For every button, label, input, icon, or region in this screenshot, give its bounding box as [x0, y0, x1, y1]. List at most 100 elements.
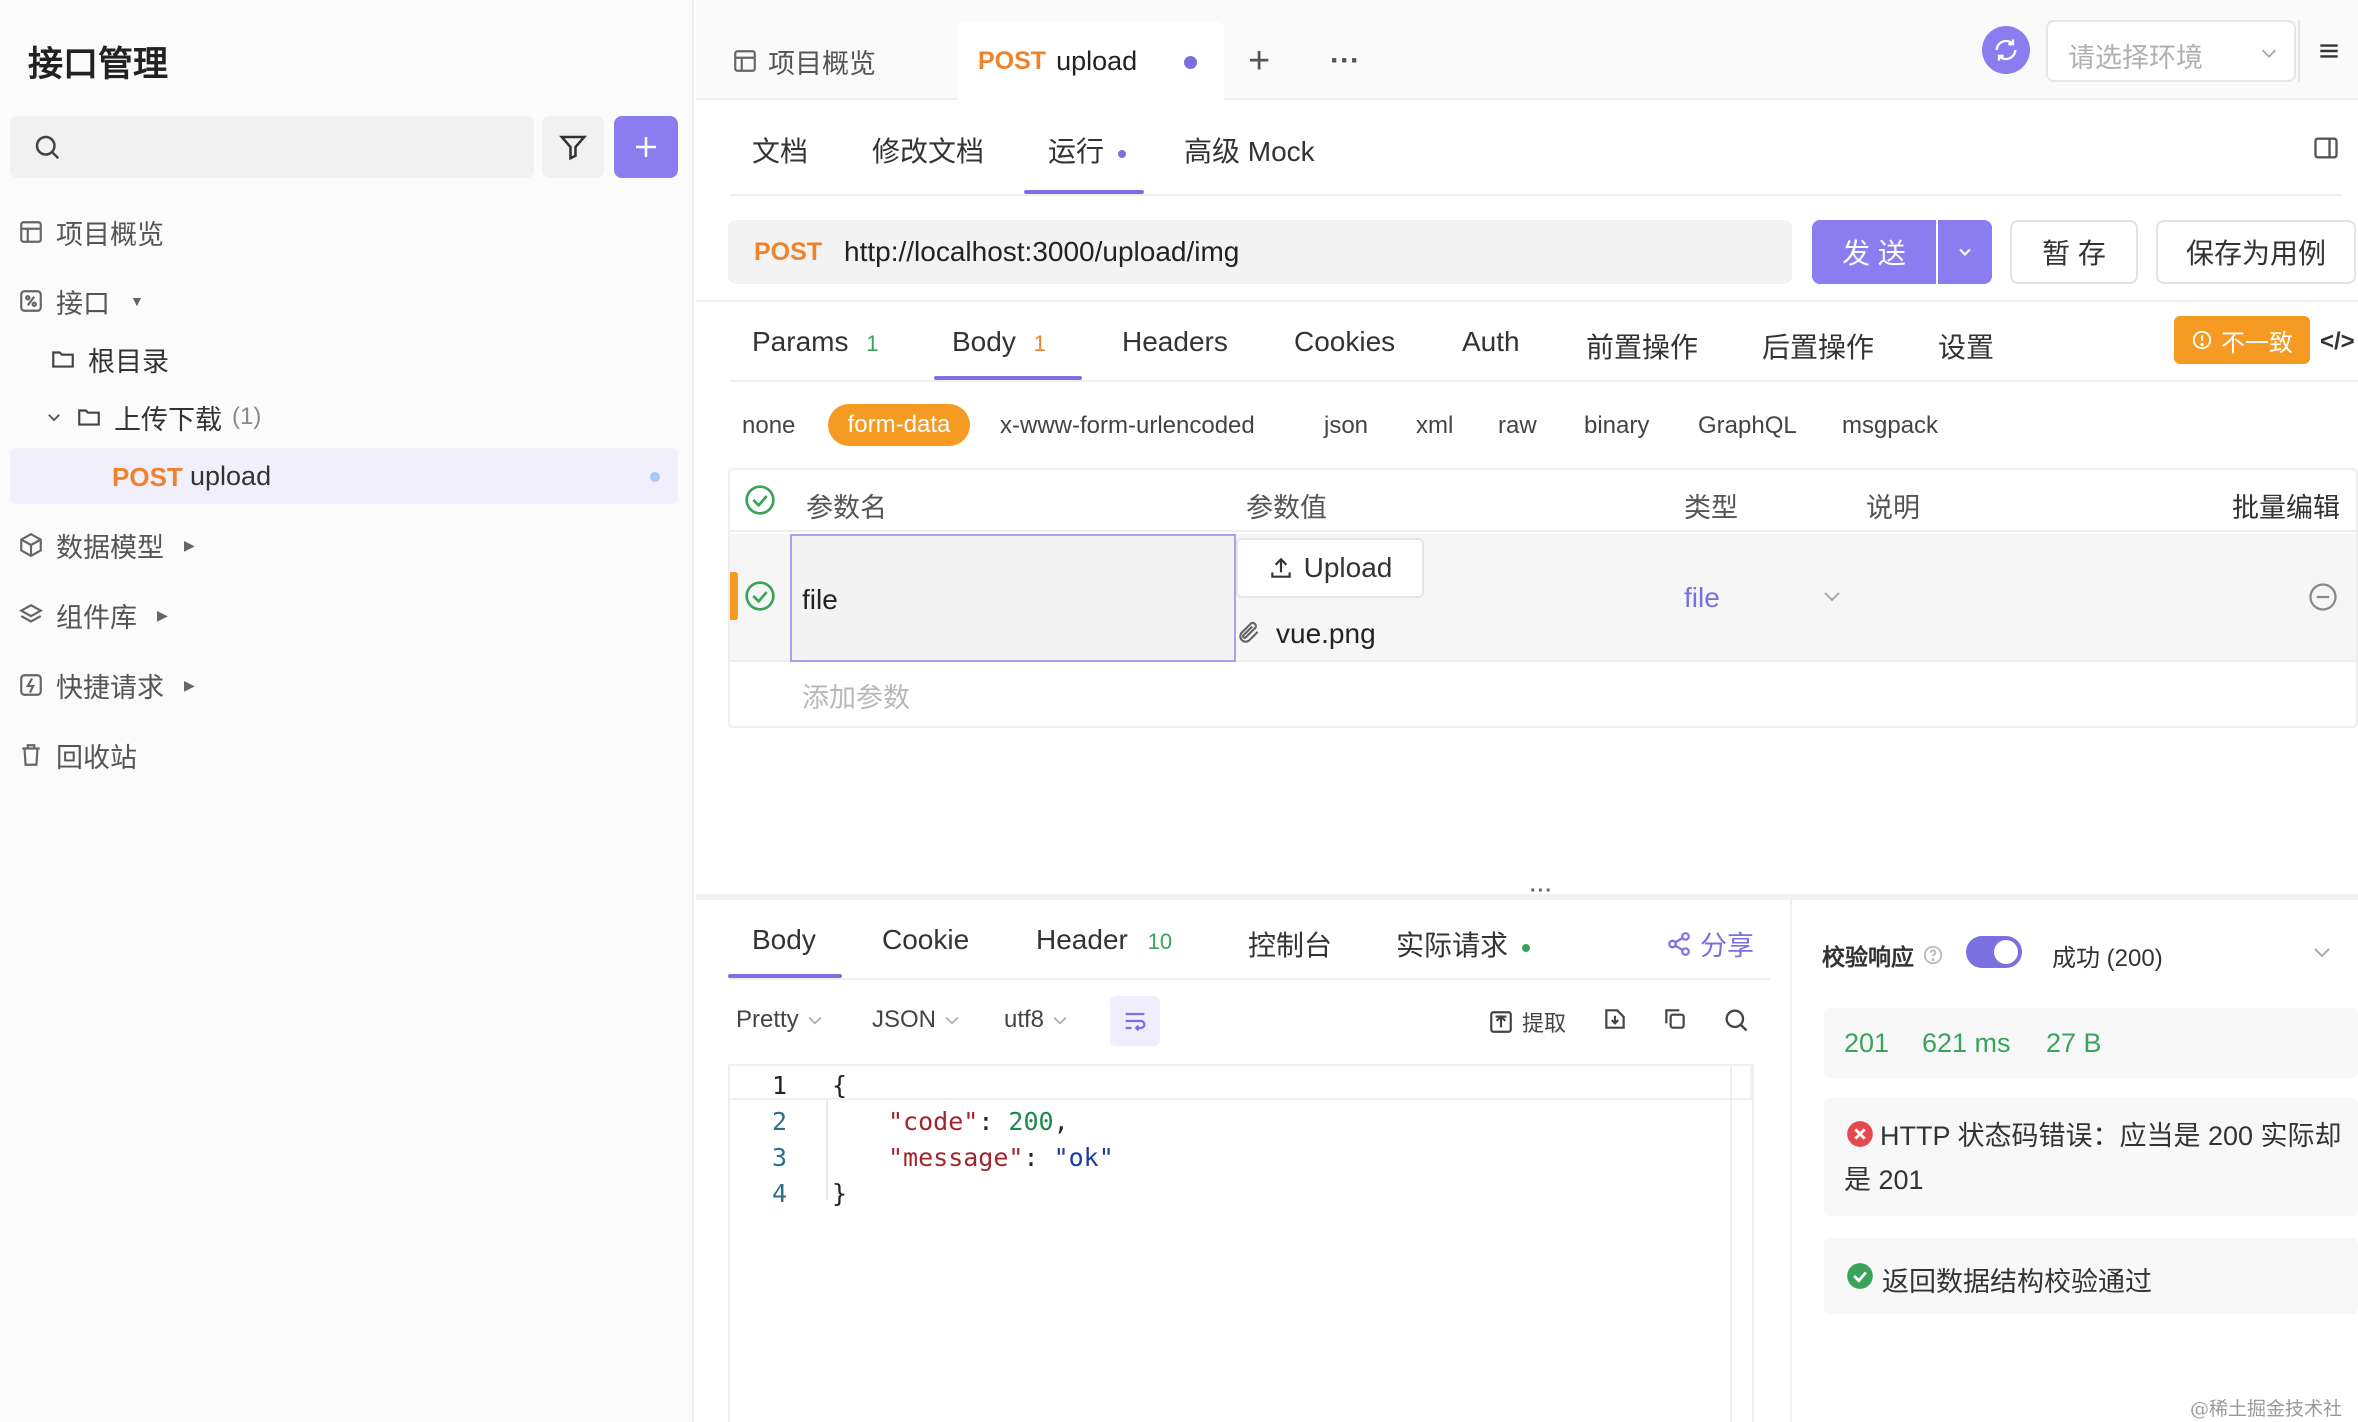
- tab-body[interactable]: Body 1: [952, 326, 1046, 358]
- language-select[interactable]: JSON: [872, 1006, 962, 1034]
- filter-button[interactable]: [542, 116, 604, 178]
- upload-button[interactable]: Upload: [1236, 538, 1424, 598]
- tab-label: Body: [952, 326, 1016, 357]
- format-label: Pretty: [736, 1006, 799, 1033]
- check-all-icon[interactable]: [744, 484, 776, 516]
- file-name[interactable]: vue.png: [1276, 618, 1376, 650]
- validate-toggle[interactable]: [1966, 936, 2022, 968]
- search-icon: [32, 132, 62, 162]
- send-options-button[interactable]: [1938, 220, 1992, 284]
- tab-overview[interactable]: 项目概览: [732, 22, 876, 100]
- tab-params[interactable]: Params 1: [752, 326, 879, 358]
- panel-resize-handle[interactable]: [696, 894, 2358, 900]
- wrap-toggle-button[interactable]: [1110, 996, 1160, 1046]
- more-tabs-button[interactable]: ···: [1330, 22, 1360, 100]
- response-tab-header[interactable]: Header 10: [1036, 924, 1172, 956]
- environment-select[interactable]: 请选择环境: [2046, 20, 2296, 82]
- caret-right-icon: ▶: [157, 606, 168, 623]
- url-input[interactable]: http://localhost:3000/upload/img: [844, 236, 1239, 268]
- response-tab-body[interactable]: Body: [752, 924, 816, 956]
- folder-icon: [48, 344, 78, 374]
- sidebar-item-quick-request[interactable]: 快捷请求 ▶: [16, 660, 195, 710]
- code-line: {: [832, 1071, 848, 1100]
- layers-icon: [16, 600, 46, 630]
- body-type-raw[interactable]: raw: [1498, 412, 1537, 440]
- editor-scrollbar-track[interactable]: [1730, 1066, 1732, 1422]
- tab-docs[interactable]: 文档: [752, 130, 808, 170]
- add-param-input[interactable]: 添加参数: [802, 676, 910, 715]
- body-type-urlencoded[interactable]: x-www-form-urlencoded: [1000, 412, 1255, 440]
- bulk-edit-button[interactable]: 批量编辑: [2232, 486, 2340, 525]
- save-as-case-button[interactable]: 保存为用例: [2156, 220, 2356, 284]
- tab-upload[interactable]: POST upload: [958, 22, 1224, 100]
- response-editor[interactable]: 1 2 3 4 { "code": 200, "message": "ok" }: [728, 1064, 1754, 1422]
- inconsistent-badge[interactable]: 不一致: [2174, 316, 2310, 364]
- upload-label: Upload: [1303, 552, 1393, 583]
- tab-post-actions[interactable]: 后置操作: [1762, 326, 1874, 366]
- sidebar-item-data-model[interactable]: 数据模型 ▶: [16, 520, 195, 570]
- body-type-none[interactable]: none: [742, 412, 795, 440]
- body-type-form-data[interactable]: form-data: [828, 404, 970, 446]
- tab-settings[interactable]: 设置: [1938, 326, 1994, 366]
- encoding-select[interactable]: utf8: [1004, 1006, 1070, 1034]
- response-tab-console[interactable]: 控制台: [1248, 924, 1332, 964]
- header-name: 参数名: [806, 493, 887, 523]
- tab-advanced-mock[interactable]: 高级 Mock: [1184, 130, 1315, 170]
- sidebar-item-label: 根目录: [88, 346, 169, 377]
- chevron-down-icon[interactable]: [1820, 584, 1844, 608]
- code-view-button[interactable]: </>: [2320, 328, 2355, 356]
- sidebar-item-root[interactable]: 根目录: [48, 334, 169, 384]
- copy-icon[interactable]: [1662, 1006, 1688, 1032]
- validate-status-select[interactable]: 成功 (200): [2052, 938, 2163, 973]
- add-button[interactable]: [614, 116, 678, 178]
- tab-headers[interactable]: Headers: [1122, 326, 1228, 358]
- sidebar-item-trash[interactable]: 回收站: [16, 730, 137, 780]
- tab-label: Header: [1036, 924, 1128, 955]
- share-button[interactable]: 分享: [1666, 924, 1754, 963]
- plus-icon: +: [1248, 39, 1271, 82]
- response-tab-actual-request[interactable]: 实际请求: [1396, 924, 1530, 964]
- add-tab-button[interactable]: +: [1248, 22, 1270, 100]
- method-select[interactable]: POST: [754, 238, 822, 267]
- tab-pre-actions[interactable]: 前置操作: [1586, 326, 1698, 366]
- drag-handle-icon[interactable]: ···: [1530, 880, 1553, 903]
- sidebar-item-api[interactable]: 接口 ▼: [16, 276, 144, 326]
- body-type-msgpack[interactable]: msgpack: [1842, 412, 1938, 440]
- url-bar[interactable]: POST http://localhost:3000/upload/img: [728, 220, 1792, 284]
- tab-auth[interactable]: Auth: [1462, 326, 1520, 358]
- help-icon[interactable]: [1922, 944, 1944, 966]
- active-tab-indicator: [934, 376, 1082, 380]
- extract-button[interactable]: 提取: [1488, 1006, 1566, 1038]
- format-select[interactable]: Pretty: [736, 1006, 825, 1034]
- menu-button[interactable]: [2298, 20, 2358, 82]
- sidebar-item-overview[interactable]: 项目概览: [16, 207, 164, 257]
- chevron-down-icon[interactable]: [2310, 940, 2334, 964]
- sidebar-item-components[interactable]: 组件库 ▶: [16, 590, 168, 640]
- sidebar-item-label: 数据模型: [56, 532, 164, 563]
- sidebar-item-upload-folder[interactable]: 上传下载 (1): [44, 392, 261, 442]
- tab-run[interactable]: 运行: [1048, 130, 1126, 170]
- param-name-input[interactable]: file: [790, 534, 1236, 662]
- download-icon[interactable]: [1602, 1006, 1628, 1032]
- save-button[interactable]: 暂 存: [2010, 220, 2138, 284]
- search-icon[interactable]: [1722, 1006, 1750, 1034]
- header-type: 类型: [1684, 493, 1738, 523]
- body-type-json[interactable]: json: [1324, 412, 1368, 440]
- share-icon: [1668, 931, 1690, 956]
- body-type-binary[interactable]: binary: [1584, 412, 1649, 440]
- remove-row-icon[interactable]: [2308, 582, 2338, 612]
- sync-button[interactable]: [1982, 26, 2030, 74]
- sidebar-item-upload-api[interactable]: POST upload: [10, 448, 678, 504]
- response-tab-cookie[interactable]: Cookie: [882, 924, 969, 956]
- send-button[interactable]: 发 送: [1812, 220, 1936, 284]
- body-type-graphql[interactable]: GraphQL: [1698, 412, 1797, 440]
- tab-cookies[interactable]: Cookies: [1294, 326, 1395, 358]
- row-check-icon[interactable]: [744, 580, 776, 612]
- body-type-xml[interactable]: xml: [1416, 412, 1453, 440]
- param-type-select[interactable]: file: [1684, 582, 1720, 614]
- response-stats: 201 621 ms 27 B: [1824, 1008, 2358, 1078]
- layout-icon: [734, 50, 756, 72]
- panel-toggle-button[interactable]: [2312, 134, 2340, 162]
- search-input[interactable]: [10, 116, 534, 178]
- tab-edit-docs[interactable]: 修改文档: [872, 130, 984, 170]
